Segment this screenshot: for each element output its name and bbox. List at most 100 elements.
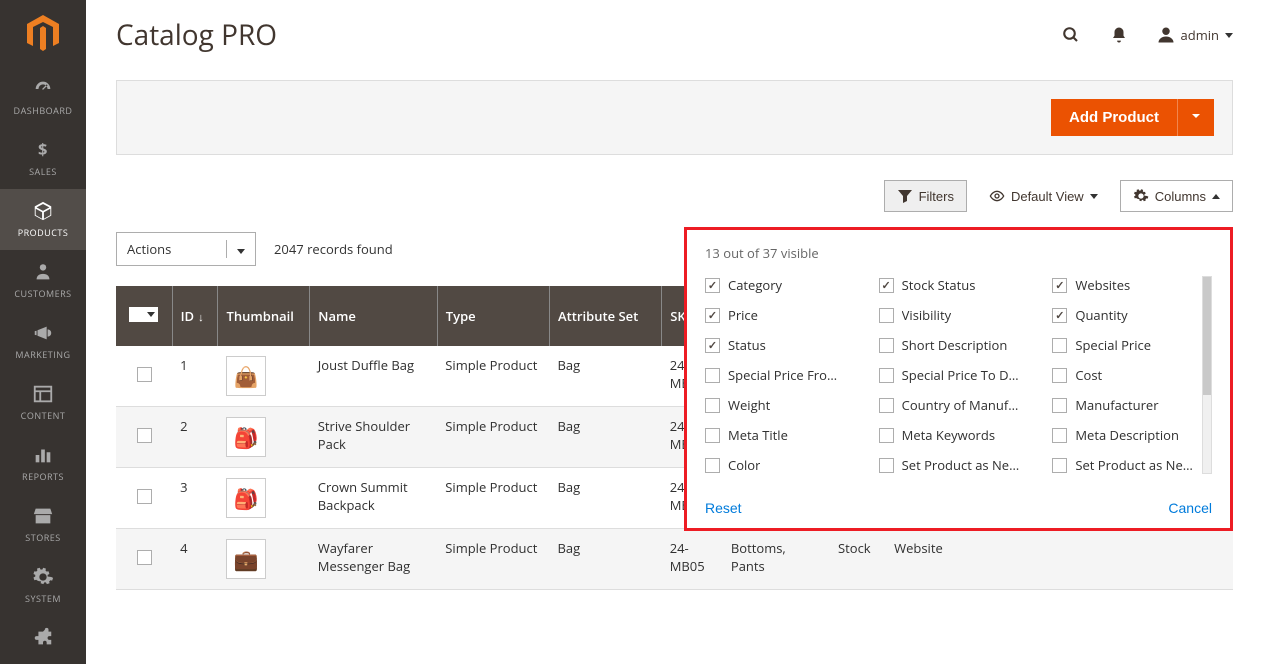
columns-reset-button[interactable]: Reset: [705, 500, 742, 516]
column-option-stock-status[interactable]: Stock Status: [879, 276, 1039, 294]
column-option-special-price[interactable]: Special Price: [1052, 336, 1212, 354]
column-option-websites[interactable]: Websites: [1052, 276, 1212, 294]
row-checkbox[interactable]: [137, 550, 152, 565]
checkbox-icon[interactable]: [879, 398, 894, 413]
column-option-meta-title[interactable]: Meta Title: [705, 426, 865, 444]
add-product-button[interactable]: Add Product: [1051, 99, 1177, 136]
checkbox-icon[interactable]: [1052, 368, 1067, 383]
checkbox-icon[interactable]: [705, 368, 720, 383]
nav-item-reports[interactable]: REPORTS: [0, 433, 86, 494]
admin-username: admin: [1181, 26, 1219, 44]
nav-label: CUSTOMERS: [14, 287, 71, 300]
checkbox-icon[interactable]: [879, 338, 894, 353]
checkbox-icon[interactable]: [879, 428, 894, 443]
nav-item-extensions[interactable]: [0, 616, 86, 664]
column-option-set-product-as-ne-[interactable]: Set Product as Ne…: [879, 456, 1039, 474]
checkbox-icon[interactable]: [879, 458, 894, 473]
user-menu[interactable]: admin: [1157, 26, 1233, 44]
add-product-dropdown-toggle[interactable]: [1177, 99, 1214, 136]
column-option-label: Special Price To D…: [902, 366, 1019, 384]
column-option-label: Visibility: [902, 306, 951, 324]
cell-category: Bottoms, Pants: [723, 529, 830, 590]
cell-status: [1111, 529, 1172, 590]
column-option-special-price-from-[interactable]: Special Price From…: [705, 366, 865, 384]
checkbox-icon[interactable]: [1052, 458, 1067, 473]
column-option-label: Set Product as Ne…: [902, 456, 1020, 474]
column-option-set-product-as-ne-[interactable]: Set Product as Ne…: [1052, 456, 1212, 474]
row-checkbox[interactable]: [137, 489, 152, 504]
column-option-label: Short Description: [902, 336, 1008, 354]
column-option-meta-description[interactable]: Meta Description: [1052, 426, 1212, 444]
search-icon[interactable]: [1061, 25, 1081, 45]
col-header-thumbnail[interactable]: Thumbnail: [218, 286, 310, 346]
column-option-short-description[interactable]: Short Description: [879, 336, 1039, 354]
column-option-visibility[interactable]: Visibility: [879, 306, 1039, 324]
column-option-label: Set Product as Ne…: [1075, 456, 1193, 474]
col-header-type[interactable]: Type: [437, 286, 549, 346]
checkbox-icon[interactable]: [1052, 308, 1067, 323]
column-option-label: Meta Title: [728, 426, 788, 444]
records-found-text: 2047 records found: [274, 240, 393, 258]
column-option-color[interactable]: Color: [705, 456, 865, 474]
notifications-icon[interactable]: [1109, 25, 1129, 45]
filters-button[interactable]: Filters: [884, 180, 967, 212]
thumbnail-image: 💼: [226, 539, 266, 579]
checkbox-icon[interactable]: [1052, 338, 1067, 353]
checkbox-icon[interactable]: [705, 278, 720, 293]
column-option-meta-keywords[interactable]: Meta Keywords: [879, 426, 1039, 444]
checkbox-icon[interactable]: [705, 458, 720, 473]
checkbox-icon[interactable]: [705, 338, 720, 353]
checkbox-icon[interactable]: [705, 398, 720, 413]
column-option-price[interactable]: Price: [705, 306, 865, 324]
nav-item-system[interactable]: SYSTEM: [0, 555, 86, 616]
col-header-name[interactable]: Name: [310, 286, 438, 346]
column-option-manufacturer[interactable]: Manufacturer: [1052, 396, 1212, 414]
thumbnail-image: 👜: [226, 356, 266, 396]
col-header-cb[interactable]: [116, 286, 172, 346]
column-option-cost[interactable]: Cost: [1052, 366, 1212, 384]
nav-item-customers[interactable]: CUSTOMERS: [0, 250, 86, 311]
column-option-special-price-to-d-[interactable]: Special Price To D…: [879, 366, 1039, 384]
cell-price: [958, 529, 1035, 590]
magento-logo[interactable]: [0, 0, 86, 67]
columns-cancel-button[interactable]: Cancel: [1168, 500, 1212, 516]
checkbox-icon[interactable]: [1052, 428, 1067, 443]
nav-item-content[interactable]: CONTENT: [0, 372, 86, 433]
col-header-id[interactable]: ID↓: [172, 286, 218, 346]
column-option-status[interactable]: Status: [705, 336, 865, 354]
column-option-quantity[interactable]: Quantity: [1052, 306, 1212, 324]
nav-item-sales[interactable]: $SALES: [0, 128, 86, 189]
checkbox-icon[interactable]: [879, 308, 894, 323]
checkbox-icon[interactable]: [879, 368, 894, 383]
column-option-category[interactable]: Category: [705, 276, 865, 294]
sort-desc-icon: ↓: [198, 310, 204, 325]
actions-dropdown[interactable]: Actions: [116, 232, 256, 266]
cell-stock: Stock: [830, 529, 886, 590]
columns-button[interactable]: Columns: [1120, 180, 1233, 212]
default-view-button[interactable]: Default View: [977, 181, 1110, 211]
nav-item-products[interactable]: PRODUCTS: [0, 189, 86, 250]
select-all-dropdown[interactable]: [143, 307, 158, 322]
table-row[interactable]: 4💼Wayfarer Messenger BagSimple ProductBa…: [116, 529, 1233, 590]
column-option-weight[interactable]: Weight: [705, 396, 865, 414]
checkbox-icon[interactable]: [1052, 398, 1067, 413]
chevron-down-icon: [1225, 33, 1233, 38]
nav-item-stores[interactable]: STORES: [0, 494, 86, 555]
select-all-checkbox[interactable]: [129, 307, 144, 322]
row-checkbox[interactable]: [137, 367, 152, 382]
row-checkbox[interactable]: [137, 428, 152, 443]
checkbox-icon[interactable]: [705, 428, 720, 443]
checkbox-icon[interactable]: [705, 308, 720, 323]
checkbox-icon[interactable]: [1052, 278, 1067, 293]
nav-item-marketing[interactable]: MARKETING: [0, 311, 86, 372]
page-title: Catalog PRO: [116, 16, 277, 54]
column-option-country-of-manuf-[interactable]: Country of Manuf…: [879, 396, 1039, 414]
cell-name: Joust Duffle Bag: [310, 346, 438, 407]
column-option-label: Color: [728, 456, 760, 474]
col-header-attribute-set[interactable]: Attribute Set: [549, 286, 661, 346]
columns-scrollbar[interactable]: [1202, 276, 1212, 474]
checkbox-icon[interactable]: [879, 278, 894, 293]
cell-sku: 24-MB05: [662, 529, 723, 590]
columns-visible-count: 13 out of 37 visible: [705, 244, 1212, 262]
nav-item-dashboard[interactable]: DASHBOARD: [0, 67, 86, 128]
